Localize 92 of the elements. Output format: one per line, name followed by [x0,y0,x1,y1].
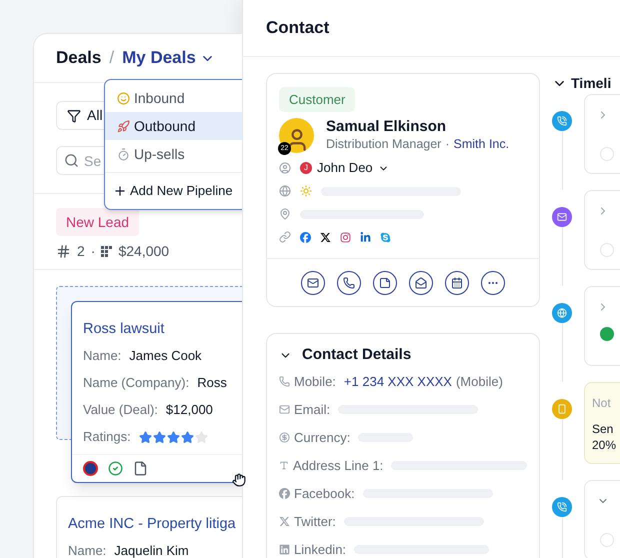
smiley-icon [117,92,130,104]
linkedin-icon [279,544,290,555]
field-value: James Cook [129,347,202,365]
grid-dots-icon [101,246,112,256]
link-icon [279,231,291,243]
globe-icon [279,185,291,197]
star-icon [166,430,180,444]
timeline-header[interactable]: Timeli [552,73,612,93]
text-box-icon [279,460,289,471]
search-icon [64,153,79,168]
plus-icon [113,184,127,198]
linkedin-icon[interactable] [360,232,371,242]
owner-selector[interactable]: J John Deo [300,158,389,178]
location-pin-icon [279,208,291,220]
stage-total: $24,000 [118,242,170,260]
field-label: Mobile: [294,372,336,391]
phone-icon [343,277,355,289]
field-label: Linkedin: [294,540,346,558]
sun-icon [300,185,312,197]
field-value: Jaquelin Kim [114,542,189,558]
message-button[interactable] [409,271,433,295]
field-label: Value (Deal): [83,401,158,419]
menu-item[interactable]: Up-sells [105,140,242,168]
mail-icon [279,404,290,415]
job-title: Distribution Manager [326,136,442,153]
note-icon [379,277,391,289]
field-label: Name: [68,542,106,558]
x-icon [279,516,290,527]
field-value: Ross [197,374,227,392]
user-icon [279,162,291,174]
menu-item[interactable]: Outbound [105,112,242,140]
phone-icon [557,116,567,126]
skype-icon[interactable] [380,232,391,242]
pipeline-selector[interactable]: My Deals [122,45,215,71]
x-icon[interactable] [320,232,331,242]
page-title: Deals [56,47,102,70]
details-header[interactable]: Contact Details [279,346,412,364]
contact-tag: Customer [279,87,356,112]
field-label: Name (Company): [83,374,190,392]
call-button[interactable] [337,271,361,295]
device-icon [557,404,567,414]
field-label: Currency: [294,428,350,447]
star-icon [152,430,166,444]
breadcrumb-separator: / [109,47,114,70]
mail-icon [307,277,319,289]
note-button[interactable] [373,271,397,295]
field-value: $12,000 [166,401,213,419]
currency-icon [279,432,290,443]
separator-dot: · [90,242,96,260]
file-icon[interactable] [133,461,148,476]
facebook-icon[interactable] [300,232,311,242]
note-text: Sen [592,421,614,437]
deal-count: 2 [77,242,85,260]
field-label: Twitter: [294,512,336,531]
field-label: Name: [83,347,122,365]
phone-link[interactable]: +1 234 XXX XXXX [344,372,452,392]
field-label: Address Line 1: [292,456,384,475]
panel-title: Contact [266,17,330,40]
stopwatch-icon [117,148,130,160]
field-label: Email: [294,400,330,419]
calendar-icon [451,277,463,289]
phone-icon [557,502,567,512]
more-button[interactable] [481,271,505,295]
instagram-icon[interactable] [340,232,351,242]
email-button[interactable] [301,271,325,295]
deal-card[interactable]: Ross lawsuit Name: James Cook Name (Company): Ross Value (Deal): $12,000 Ratings: [71,301,242,483]
globe-icon [557,308,567,318]
owner-avatar: J [300,162,312,174]
mail-icon [557,212,567,222]
company-link[interactable]: Smith Inc. [454,136,510,153]
contact-name: Samual Elkinson [326,117,448,136]
star-icon [180,430,194,444]
stage-tag: New Lead [56,208,140,236]
note-text: 20% [592,437,618,453]
facebook-icon [279,488,290,499]
field-label: Facebook: [294,484,355,503]
check-circle-icon[interactable] [108,461,123,476]
filter-icon [67,108,81,122]
field-label: Ratings: [83,428,131,446]
separator-dot: · [445,136,450,153]
star-icon [138,430,152,444]
hash-icon [56,244,71,258]
note-label: Not [592,395,612,411]
deal-title[interactable]: Acme INC - Property litiga [68,515,242,533]
meeting-button[interactable] [445,271,469,295]
rocket-icon [117,120,130,132]
star-icon [194,430,208,444]
open-mail-icon [415,277,427,289]
phone-icon [279,376,290,387]
deal-card[interactable]: Acme INC - Property litiga Name: Jaquelin Kim [56,496,242,558]
phone-type: (Mobile) [456,372,503,391]
deal-title[interactable]: Ross lawsuit [83,320,242,338]
